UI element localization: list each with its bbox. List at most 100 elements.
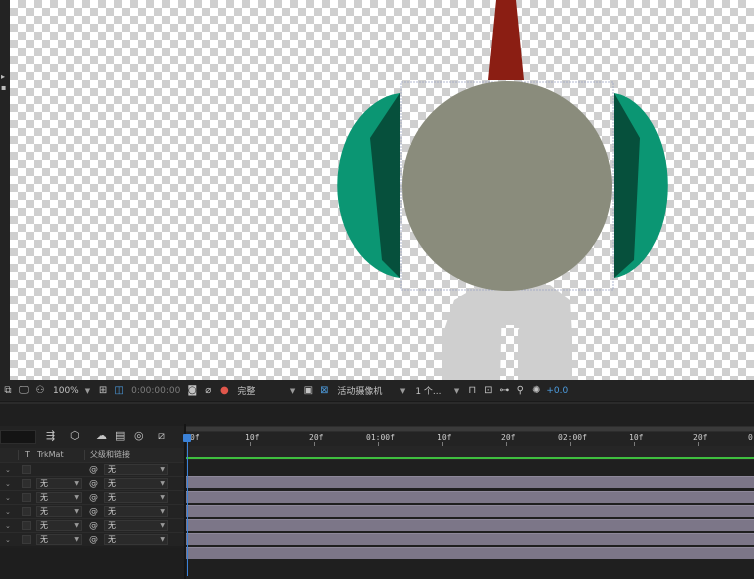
- current-time-indicator-handle[interactable]: [183, 434, 191, 442]
- pickwhip-icon[interactable]: @: [89, 477, 98, 491]
- work-area-bar[interactable]: [186, 446, 754, 460]
- time-graph-area[interactable]: 0f 10f 20f 01:00f 10f 20f 02:00f 10f 20f…: [183, 424, 754, 579]
- chevron-down-icon[interactable]: ⌄: [5, 463, 11, 477]
- trkmat-value: 无: [40, 521, 48, 530]
- hat-spike-shape[interactable]: [488, 0, 524, 80]
- work-area-range[interactable]: [186, 457, 754, 459]
- graph-editor-icon[interactable]: ⧄: [158, 429, 165, 443]
- layer-track-bar[interactable]: [186, 476, 754, 488]
- 3d-draft-icon[interactable]: ⚲: [514, 384, 526, 398]
- composition-artwork: [337, 0, 668, 380]
- composition-mini-flowchart-icon[interactable]: ⇶: [46, 429, 55, 443]
- trkmat-value: 无: [40, 535, 48, 544]
- preserve-transparency-checkbox[interactable]: [22, 493, 31, 502]
- exposure-icon[interactable]: ✺: [530, 384, 542, 398]
- composition-viewer[interactable]: ▸ ▪: [0, 0, 754, 380]
- transparency-grid-icon[interactable]: ⊠: [318, 384, 330, 398]
- chevron-down-icon[interactable]: ⌄: [5, 533, 11, 547]
- chevron-down-icon: ▼: [160, 522, 165, 529]
- grid-icon[interactable]: ⊞: [97, 384, 109, 398]
- layer-track-bar[interactable]: [186, 491, 754, 503]
- ruler-label: 20f: [693, 433, 708, 442]
- head-circle-shape[interactable]: [402, 81, 612, 291]
- preserve-transparency-checkbox[interactable]: [22, 521, 31, 530]
- fast-preview-icon[interactable]: ▣: [302, 384, 314, 398]
- flowchart-icon[interactable]: ⊶: [498, 384, 510, 398]
- layer-track-bar[interactable]: [186, 505, 754, 517]
- zoom-dropdown[interactable]: 100% ▼: [50, 384, 93, 398]
- transparency-grid-canvas[interactable]: [10, 0, 754, 380]
- pickwhip-icon[interactable]: @: [89, 463, 98, 477]
- monitor-icon[interactable]: 🖵: [18, 384, 30, 398]
- parent-dropdown[interactable]: 无 ▼: [104, 492, 168, 503]
- layer-row[interactable]: ⌄ 无 ▼ @ 无 ▼: [0, 504, 184, 518]
- preserve-transparency-checkbox[interactable]: [22, 465, 31, 474]
- reset-exposure-icon[interactable]: ⊓: [466, 384, 478, 398]
- trkmat-dropdown[interactable]: 无 ▼: [36, 520, 82, 531]
- preserve-transparency-checkbox[interactable]: [22, 507, 31, 516]
- layer-search-input[interactable]: [0, 430, 36, 444]
- layer-track-bar[interactable]: [186, 533, 754, 545]
- column-divider: [84, 450, 85, 460]
- chevron-down-icon[interactable]: ⌄: [5, 505, 11, 519]
- trkmat-value: 无: [40, 493, 48, 502]
- pickwhip-icon[interactable]: @: [89, 533, 98, 547]
- show-snapshot-icon[interactable]: ⌀: [202, 384, 214, 398]
- shy-layers-icon[interactable]: ☁: [96, 429, 107, 443]
- ruler-label: 0f: [190, 433, 200, 442]
- panel-edge-icon[interactable]: ▪: [1, 84, 6, 92]
- layer-row[interactable]: ⌄ 无 ▼ @ 无 ▼: [0, 532, 184, 546]
- layer-row[interactable]: ⌄ @ 无 ▼: [0, 462, 184, 476]
- resolution-dropdown[interactable]: 完整 ▼: [234, 384, 298, 398]
- preserve-transparency-checkbox[interactable]: [22, 535, 31, 544]
- layer-row[interactable]: ⌄ 无 ▼ @ 无 ▼: [0, 518, 184, 532]
- parent-dropdown[interactable]: 无 ▼: [104, 520, 168, 531]
- column-t[interactable]: T: [25, 448, 30, 462]
- region-of-interest-icon[interactable]: ⧉: [2, 384, 14, 398]
- preserve-transparency-checkbox[interactable]: [22, 479, 31, 488]
- parent-dropdown[interactable]: 无 ▼: [104, 506, 168, 517]
- chevron-down-icon: ▼: [160, 508, 165, 515]
- ruler-label: 20f: [309, 433, 324, 442]
- chevron-down-icon: ▼: [74, 494, 79, 501]
- trkmat-dropdown[interactable]: 无 ▼: [36, 506, 82, 517]
- pickwhip-icon[interactable]: @: [89, 505, 98, 519]
- layout-icon[interactable]: ⊡: [482, 384, 494, 398]
- parent-dropdown[interactable]: 无 ▼: [104, 534, 168, 545]
- trkmat-dropdown[interactable]: 无 ▼: [36, 492, 82, 503]
- column-trkmat[interactable]: TrkMat: [37, 448, 64, 462]
- trkmat-dropdown[interactable]: 无 ▼: [36, 534, 82, 545]
- toggle-transparency-icon[interactable]: ◫: [113, 384, 125, 398]
- color-channels-icon[interactable]: ●: [218, 384, 230, 398]
- chevron-down-icon: ▼: [160, 536, 165, 543]
- column-parent[interactable]: 父级和链接: [90, 448, 130, 462]
- pickwhip-icon[interactable]: @: [89, 519, 98, 533]
- time-ruler[interactable]: 0f 10f 20f 01:00f 10f 20f 02:00f 10f 20f…: [186, 432, 754, 446]
- panel-edge-icon[interactable]: ▸: [1, 73, 5, 81]
- time-graph-empty-area[interactable]: [186, 548, 754, 579]
- layer-row[interactable]: ⌄ 无 ▼ @ 无 ▼: [0, 490, 184, 504]
- mask-view-icon[interactable]: ⚇: [34, 384, 46, 398]
- trkmat-dropdown[interactable]: 无 ▼: [36, 478, 82, 489]
- parent-dropdown[interactable]: 无 ▼: [104, 464, 168, 475]
- frame-blending-icon[interactable]: ▤: [115, 429, 125, 443]
- parent-dropdown[interactable]: 无 ▼: [104, 478, 168, 489]
- exposure-value[interactable]: +0.0: [546, 386, 568, 396]
- layer-panel-empty-area[interactable]: [0, 548, 184, 579]
- chevron-down-icon[interactable]: ⌄: [5, 519, 11, 533]
- views-dropdown[interactable]: 1 个... ▼: [412, 384, 462, 398]
- camera-dropdown[interactable]: 活动摄像机 ▼: [334, 384, 408, 398]
- chevron-down-icon[interactable]: ⌄: [5, 491, 11, 505]
- chevron-down-icon[interactable]: ⌄: [5, 477, 11, 491]
- current-timecode[interactable]: 0:00:00:00: [131, 386, 180, 396]
- layer-row[interactable]: ⌄ 无 ▼ @ 无 ▼: [0, 476, 184, 490]
- chevron-down-icon: ▼: [160, 466, 165, 473]
- layer-track-bar[interactable]: [186, 519, 754, 531]
- motion-blur-icon[interactable]: ◎: [134, 429, 144, 443]
- draft-3d-icon[interactable]: ⬡: [70, 429, 80, 443]
- current-time-indicator-line[interactable]: [187, 442, 188, 576]
- pickwhip-icon[interactable]: @: [89, 491, 98, 505]
- ruler-label: 10f: [245, 433, 260, 442]
- time-navigator-range[interactable]: [186, 427, 754, 431]
- camera-icon[interactable]: ◙: [186, 384, 198, 398]
